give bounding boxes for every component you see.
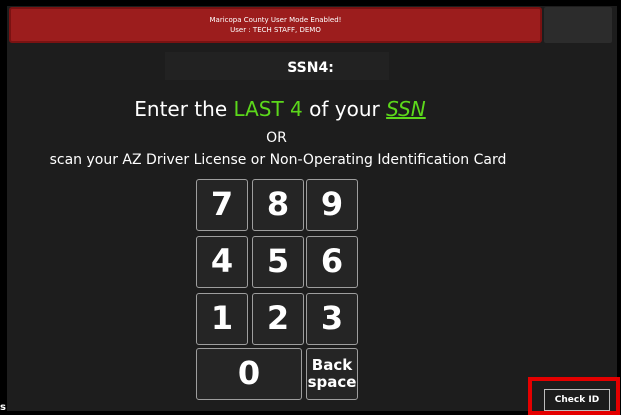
user-mode-banner: Maricopa County User Mode Enabled! User … [9, 7, 542, 43]
key-3[interactable]: 3 [306, 293, 358, 345]
key-9[interactable]: 9 [306, 179, 358, 231]
corner-mark: s [0, 402, 6, 413]
key-5[interactable]: 5 [252, 236, 304, 288]
ssn-link[interactable]: SSN [386, 97, 426, 121]
key-6[interactable]: 6 [306, 236, 358, 288]
instruction-prompt: Enter the LAST 4 of your SSN [0, 97, 560, 121]
prompt-text-mid: of your [302, 97, 387, 121]
banner-line-2: User : TECH STAFF, DEMO [230, 26, 321, 34]
field-label: SSN4: [287, 60, 334, 76]
check-id-button[interactable]: Check ID [544, 389, 610, 411]
or-separator: OR [266, 130, 287, 146]
key-0[interactable]: 0 [196, 348, 302, 400]
backspace-label-line-1: Back [311, 356, 353, 374]
key-7[interactable]: 7 [196, 179, 248, 231]
key-2[interactable]: 2 [252, 293, 304, 345]
key-8[interactable]: 8 [252, 179, 304, 231]
key-1[interactable]: 1 [196, 293, 248, 345]
key-4[interactable]: 4 [196, 236, 248, 288]
backspace-label-line-2: space [307, 373, 357, 391]
banner-side-panel [544, 7, 612, 43]
backspace-key[interactable]: Back space [306, 348, 358, 400]
banner-line-1: Maricopa County User Mode Enabled! [209, 16, 342, 24]
scan-instruction: scan your AZ Driver License or Non-Opera… [49, 152, 507, 168]
prompt-highlight: LAST 4 [233, 97, 303, 121]
prompt-text-pre: Enter the [134, 97, 234, 121]
